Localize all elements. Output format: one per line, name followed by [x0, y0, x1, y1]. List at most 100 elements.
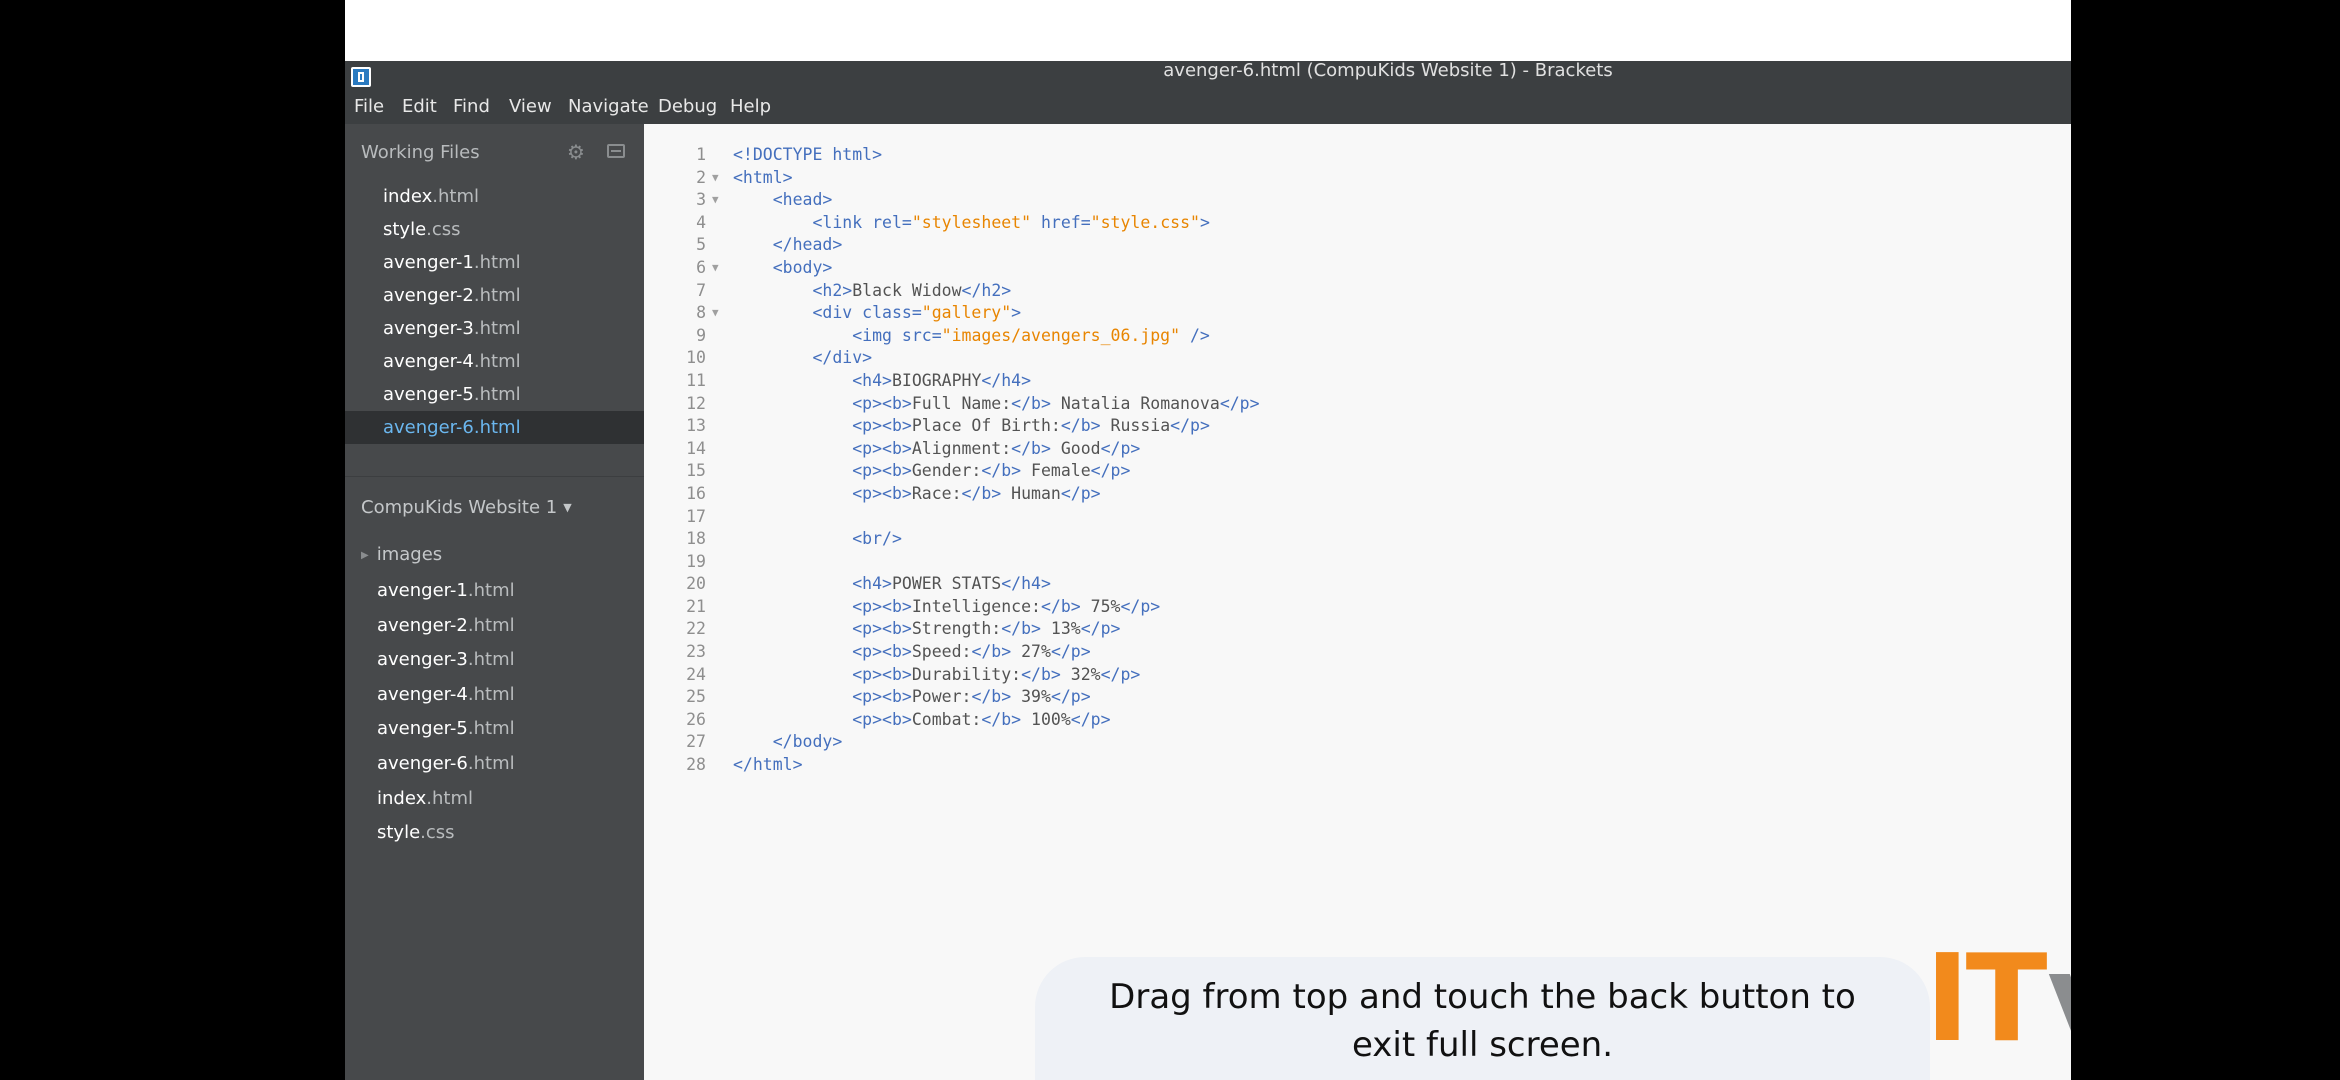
file-basename: avenger-3 [377, 649, 468, 671]
project-file-item[interactable]: avenger-2.html [377, 613, 515, 639]
toast-line-1: Drag from top and touch the back button … [1109, 977, 1856, 1017]
file-basename: avenger-6 [377, 753, 468, 774]
code-text: <h4>BIOGRAPHY</h4> [852, 370, 1032, 390]
working-file-item[interactable]: index.html [345, 180, 644, 213]
file-extension: .html [467, 649, 515, 671]
fold-toggle-icon[interactable]: ▼ [712, 257, 719, 280]
project-file-item[interactable]: avenger-5.html [377, 716, 515, 742]
working-file-item[interactable]: avenger-2.html [345, 279, 644, 312]
tree-folder-images[interactable]: ▶ images [361, 544, 442, 565]
file-basename: avenger-6.html [383, 417, 521, 438]
project-file-item[interactable]: avenger-4.html [377, 682, 515, 708]
line-number: 27 [686, 732, 706, 752]
project-file-item[interactable]: avenger-1.html [377, 578, 515, 604]
file-basename: avenger-1 [383, 252, 474, 273]
line-number: 18 [686, 529, 706, 549]
brackets-window: avenger-6.html (CompuKids Website 1) - B… [345, 0, 2071, 1080]
file-basename: avenger-5 [383, 384, 474, 405]
menu-help[interactable]: Help [730, 94, 771, 120]
file-extension: .html [473, 384, 521, 405]
code-text: </head> [772, 235, 843, 255]
menu-edit[interactable]: Edit [402, 94, 437, 120]
file-extension: .html [432, 186, 479, 207]
file-extension: .html [473, 252, 521, 273]
working-file-item[interactable]: avenger-4.html [345, 345, 644, 378]
project-file-item[interactable]: index.html [377, 786, 473, 812]
code-text: <body> [772, 257, 833, 277]
toast-line-2: exit full screen. [1351, 1025, 1614, 1065]
code-text: <p><b>Combat:</b> 100%</p> [852, 709, 1111, 729]
code-text: <p><b>Intelligence:</b> 75%</p> [852, 596, 1161, 616]
file-extension: .css [420, 822, 455, 844]
code-text: <img src="images/avengers_06.jpg" /> [852, 325, 1210, 345]
fold-toggle-icon[interactable]: ▼ [712, 189, 719, 212]
menu-file[interactable]: File [354, 94, 384, 120]
sidebar: Working Files ⚙ index.html style.css aveng… [345, 124, 644, 1080]
line-number: 9 [696, 325, 706, 345]
code-text: <div class="gallery"> [812, 303, 1022, 323]
project-title[interactable]: CompuKids Website 1 ▼ [361, 497, 572, 518]
line-number: 10 [686, 348, 706, 368]
line-number: 24 [686, 664, 706, 684]
working-file-item[interactable]: avenger-3.html [345, 312, 644, 345]
top-blank-area [345, 0, 2071, 61]
line-number: 15 [686, 461, 706, 481]
code-text: </html> [733, 755, 803, 775]
line-number: 22 [686, 619, 706, 639]
tree-folder-label: images [376, 544, 443, 565]
code-text: </div> [812, 348, 873, 368]
fold-toggle-icon[interactable]: ▼ [712, 302, 719, 325]
file-basename: avenger-3 [383, 318, 474, 339]
code-text: <p><b>Gender:</b> Female</p> [852, 461, 1131, 481]
code-text: <link rel="stylesheet" href="style.css"> [812, 212, 1210, 232]
fold-toggle-icon[interactable]: ▼ [712, 167, 719, 190]
code-text: </body> [772, 732, 843, 752]
working-file-item[interactable]: style.css [345, 213, 644, 246]
file-extension: .html [467, 683, 515, 705]
file-extension: .html [473, 351, 521, 372]
working-file-item[interactable]: avenger-5.html [345, 378, 644, 411]
gear-icon[interactable]: ⚙ [567, 142, 585, 162]
file-extension: .css [426, 219, 461, 240]
logo-part-it: IT [1925, 930, 2047, 1069]
working-file-name: avenger-1.html [383, 246, 521, 279]
menu-view[interactable]: View [509, 94, 552, 120]
sidebar-divider [345, 476, 644, 477]
file-basename: avenger-5 [377, 718, 468, 740]
file-basename: index [383, 186, 433, 207]
line-number: 17 [686, 506, 706, 526]
working-file-name: avenger-4.html [383, 345, 521, 378]
code-text: <h2>Black Widow</h2> [812, 280, 1012, 300]
project-file-item[interactable]: avenger-3.html [377, 647, 515, 673]
split-view-icon[interactable] [607, 144, 625, 158]
code-text: <p><b>Durability:</b> 32%</p> [852, 664, 1141, 684]
itvarsity-logo: IT varsity [1925, 930, 2071, 1080]
code-text: <p><b>Place Of Birth:</b> Russia</p> [852, 416, 1210, 436]
line-number: 1 [696, 145, 706, 164]
line-number: 25 [686, 687, 706, 707]
menu-navigate[interactable]: Navigate [568, 94, 649, 120]
menu-debug[interactable]: Debug [658, 94, 717, 120]
menu-find[interactable]: Find [453, 94, 490, 120]
working-file-item[interactable]: avenger-1.html [345, 246, 644, 279]
line-number: 11 [686, 370, 706, 390]
line-number: 6 [696, 257, 706, 277]
code-text: <p><b>Race:</b> Human</p> [852, 483, 1101, 503]
line-number: 13 [686, 416, 706, 436]
file-extension: .html [467, 718, 515, 740]
code-editor[interactable]: 1 <!DOCTYPE html> 2 ▼ <html> 3 ▼ <head> 4 <link… [644, 124, 2071, 1080]
working-file-item[interactable]: avenger-6.html [345, 411, 644, 444]
line-number: 12 [686, 393, 706, 413]
project-file-item[interactable]: style.css [377, 820, 455, 846]
line-number: 5 [696, 235, 706, 255]
triangle-right-icon: ▶ [361, 550, 369, 561]
project-file-item[interactable]: avenger-6.html [377, 751, 515, 777]
file-basename: index [377, 787, 427, 809]
line-number: 2 [696, 167, 706, 187]
working-file-name: avenger-2.html [383, 279, 521, 312]
file-basename: avenger-1 [377, 580, 468, 601]
working-file-name: index.html [383, 180, 479, 213]
line-number: 16 [686, 483, 706, 503]
line-number: 8 [696, 303, 706, 323]
fullscreen-toast: Drag from top and touch the back button … [1035, 957, 1930, 1080]
